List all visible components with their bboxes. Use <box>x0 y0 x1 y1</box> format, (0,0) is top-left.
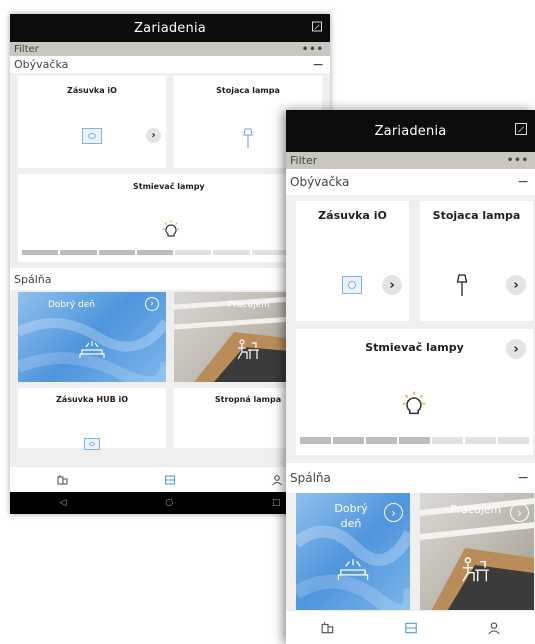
more-icon[interactable]: ••• <box>302 44 324 55</box>
room-name: Obývačka <box>290 175 350 189</box>
more-icon[interactable]: ••• <box>507 155 529 166</box>
front-phone-screen: Zariadenia Filter ••• Obývačka − Zásuvka… <box>286 110 535 644</box>
lightbulb-icon <box>402 391 426 415</box>
device-name: Stmievač lampy <box>365 341 464 354</box>
edit-icon[interactable] <box>515 123 527 139</box>
scene-grid-bedroom: Dobrý deň › Pracujem Zásuvka HUB iO Stro… <box>10 290 330 490</box>
device-name: Zásuvka HUB iO <box>56 395 128 404</box>
room-name: Spálňa <box>14 272 52 286</box>
back-phone-screen: Zariadenia Filter ••• Obývačka − Zásuvka… <box>10 14 330 514</box>
filter-label: Filter <box>290 154 318 167</box>
scene-card-good-morning[interactable]: Dobrý deň › <box>296 493 410 613</box>
edit-icon[interactable] <box>312 21 322 36</box>
room-header-bedroom[interactable]: Spálňa − <box>286 463 535 493</box>
device-card-dimmer[interactable]: Stmievač lampy <box>18 174 330 262</box>
floor-lamp-icon <box>456 274 468 296</box>
device-card-socket[interactable]: Zásuvka iO › <box>18 76 166 168</box>
room-header-bedroom[interactable]: Spálňa − <box>10 268 330 290</box>
bed-icon <box>79 341 105 358</box>
dimmer-level-bar[interactable] <box>300 437 529 444</box>
app-bar: Zariadenia <box>10 14 330 42</box>
devices-icon[interactable] <box>57 474 69 486</box>
profile-icon[interactable] <box>487 621 501 635</box>
lightbulb-icon <box>163 220 179 237</box>
device-grid-living: Zásuvka iO › Stojaca lampa Stmievač lamp… <box>10 73 330 268</box>
device-card-dimmer[interactable]: Stmievač lampy › <box>296 329 533 455</box>
scene-card-good-morning[interactable]: Dobrý deň › <box>18 292 166 382</box>
arrow-right-icon[interactable]: › <box>382 275 402 295</box>
arrow-right-icon[interactable]: › <box>146 128 161 143</box>
collapse-icon[interactable]: − <box>517 471 529 485</box>
recent-apps-icon[interactable]: □ <box>272 498 281 508</box>
android-navigation-bar: ◁ ○ □ <box>10 492 330 514</box>
socket-icon <box>82 128 102 144</box>
filter-bar[interactable]: Filter ••• <box>10 42 330 56</box>
arrow-right-icon[interactable]: › <box>506 339 526 359</box>
bottom-navigation <box>286 610 535 644</box>
desk-icon <box>462 557 489 582</box>
app-title: Zariadenia <box>134 20 206 36</box>
device-card-floor-lamp[interactable]: Stojaca lampa › <box>420 201 533 321</box>
scene-name: Dobrý deň <box>334 502 368 530</box>
room-header-living[interactable]: Obývačka − <box>10 56 330 73</box>
room-name: Obývačka <box>14 58 69 71</box>
scene-card-working[interactable]: Pracujem › <box>420 493 534 613</box>
arrow-right-icon[interactable]: › <box>506 275 526 295</box>
arrow-right-icon[interactable]: › <box>145 297 159 311</box>
collapse-icon[interactable]: − <box>517 175 529 189</box>
desk-icon <box>237 339 259 360</box>
device-name: Stmievač lampy <box>133 182 205 191</box>
device-name: Stojaca lampa <box>432 209 521 222</box>
bottom-navigation <box>10 466 330 493</box>
dimmer-level-bar[interactable] <box>22 250 326 255</box>
device-card-socket[interactable]: Zásuvka iO › <box>296 201 409 321</box>
app-title: Zariadenia <box>374 123 447 139</box>
home-icon[interactable]: ○ <box>165 498 173 508</box>
app-bar: Zariadenia <box>286 110 535 152</box>
collapse-icon[interactable]: − <box>312 58 324 72</box>
devices-icon[interactable] <box>321 621 335 635</box>
filter-label: Filter <box>14 43 39 55</box>
socket-icon <box>342 276 362 294</box>
device-name: Zásuvka iO <box>318 209 387 222</box>
device-grid-living: Zásuvka iO › Stojaca lampa › Stmievač la… <box>286 195 535 463</box>
scene-name: Pracujem <box>228 300 270 310</box>
device-card-socket-hub[interactable]: Zásuvka HUB iO <box>18 388 166 450</box>
socket-icon <box>84 438 100 450</box>
back-icon[interactable]: ◁ <box>59 498 66 508</box>
room-header-living[interactable]: Obývačka − <box>286 169 535 195</box>
rooms-icon[interactable] <box>164 474 176 486</box>
scene-name: Dobrý deň <box>48 300 95 310</box>
bed-icon <box>337 559 369 580</box>
arrow-right-icon[interactable]: › <box>510 503 529 522</box>
scene-name: Pracujem <box>450 503 502 516</box>
device-name: Zásuvka iO <box>67 86 117 95</box>
filter-bar[interactable]: Filter ••• <box>286 152 535 169</box>
profile-icon[interactable] <box>271 474 283 486</box>
rooms-icon[interactable] <box>404 621 418 635</box>
arrow-right-icon[interactable]: › <box>384 503 403 522</box>
device-name: Stojaca lampa <box>216 86 280 95</box>
floor-lamp-icon <box>243 128 253 148</box>
room-name: Spálňa <box>290 471 331 485</box>
